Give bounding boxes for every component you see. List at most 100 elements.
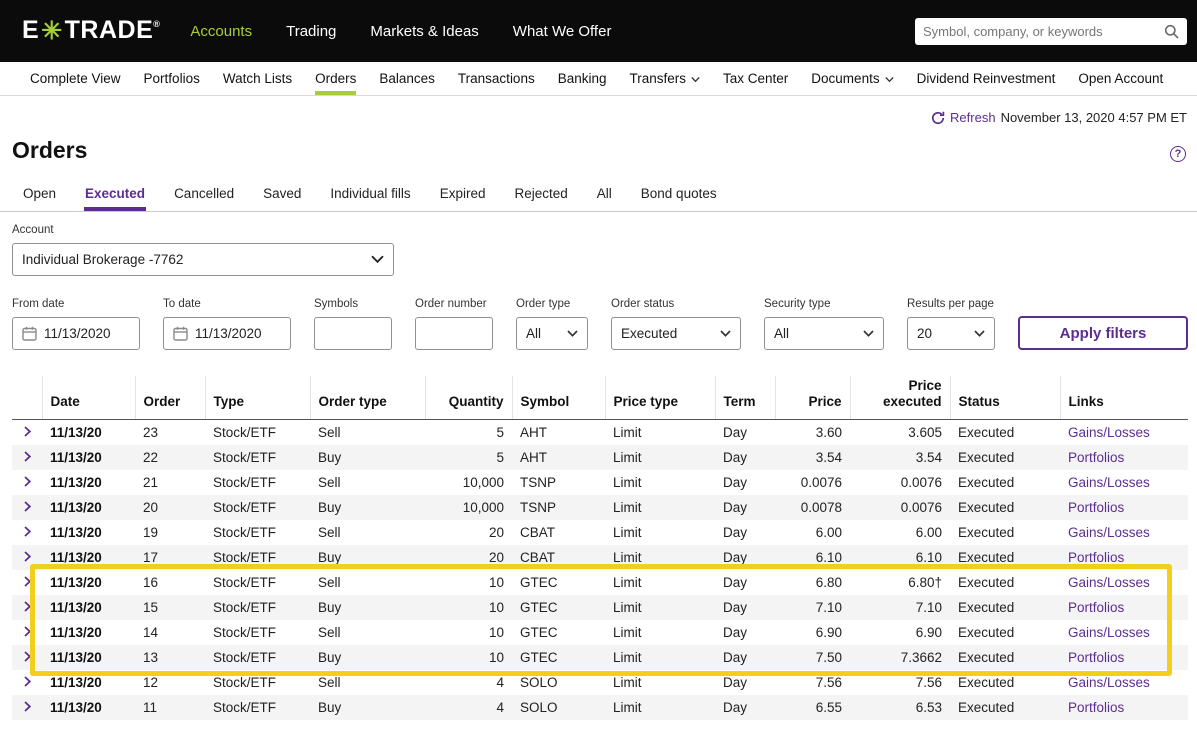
subnav-item-complete-view[interactable]: Complete View <box>30 62 121 95</box>
topnav-item-what-we-offer[interactable]: What We Offer <box>513 23 612 40</box>
link-portfolios[interactable]: Portfolios <box>1068 500 1124 515</box>
subnav-item-transactions[interactable]: Transactions <box>458 62 535 95</box>
filter-security-type: Security type All <box>764 298 884 350</box>
tab-expired[interactable]: Expired <box>439 181 487 211</box>
tab-rejected[interactable]: Rejected <box>513 181 568 211</box>
security-type-select[interactable]: All <box>764 317 884 350</box>
order-status-select[interactable]: Executed <box>611 317 741 350</box>
link-gains-losses[interactable]: Gains/Losses <box>1068 575 1150 590</box>
order-row-16: 11/13/20 16 Stock/ETF Sell 10 GTEC Limit Day 6.8… <box>12 570 1188 595</box>
subnav-item-watch-lists[interactable]: Watch Lists <box>223 62 292 95</box>
tab-all[interactable]: All <box>596 181 613 211</box>
results-per-page-select[interactable]: 20 <box>907 317 995 350</box>
search-box <box>915 17 1187 45</box>
order-row-22: 11/13/20 22 Stock/ETF Buy 5 AHT Limit Day 3.54 3.… <box>12 445 1188 470</box>
chevron-right-icon[interactable] <box>24 576 31 587</box>
chevron-right-icon[interactable] <box>24 551 31 562</box>
cell-term: Day <box>723 700 748 715</box>
column-header-status: Status <box>949 376 1060 420</box>
cell-order_type: Buy <box>318 700 342 715</box>
cell-order: 13 <box>143 650 159 665</box>
subnav-item-orders[interactable]: Orders <box>315 62 357 95</box>
to-date-input[interactable]: 11/13/2020 <box>163 317 291 350</box>
link-gains-losses[interactable]: Gains/Losses <box>1068 475 1150 490</box>
tab-cancelled[interactable]: Cancelled <box>173 181 235 211</box>
orders-table-header-row: Date Order Type Order type Quantity Symbol Pri… <box>12 376 1188 420</box>
filter-label: Symbols <box>314 298 359 310</box>
chevron-right-icon[interactable] <box>24 626 31 637</box>
cell-type: Stock/ETF <box>213 650 277 665</box>
account-select[interactable]: Individual Brokerage -7762 <box>12 243 394 276</box>
cell-quantity: 10,000 <box>462 475 504 490</box>
tab-saved[interactable]: Saved <box>262 181 302 211</box>
cell-order: 21 <box>143 475 159 490</box>
refresh-button[interactable]: Refresh <box>931 110 996 125</box>
chevron-right-icon[interactable] <box>24 526 31 537</box>
chevron-right-icon[interactable] <box>24 476 31 487</box>
cell-price_type: Limit <box>613 675 642 690</box>
link-portfolios[interactable]: Portfolios <box>1068 700 1124 715</box>
order-row-11: 11/13/20 11 Stock/ETF Buy 4 SOLO Limit Day 6.55 6… <box>12 695 1188 720</box>
order-number-input[interactable] <box>415 317 493 350</box>
link-portfolios[interactable]: Portfolios <box>1068 600 1124 615</box>
from-date-input[interactable]: 11/13/2020 <box>12 317 140 350</box>
cell-quantity: 10 <box>488 625 504 640</box>
subnav-item-open-account[interactable]: Open Account <box>1078 62 1163 95</box>
chevron-right-icon[interactable] <box>24 601 31 612</box>
subnav-item-banking[interactable]: Banking <box>558 62 607 95</box>
cell-price_executed: 6.90 <box>915 625 942 640</box>
topnav-item-markets-ideas[interactable]: Markets & Ideas <box>370 23 478 40</box>
subnav-item-documents[interactable]: Documents <box>811 62 894 95</box>
apply-filters-button[interactable]: Apply filters <box>1018 316 1188 350</box>
order-type-select[interactable]: All <box>516 317 588 350</box>
tab-bond-quotes[interactable]: Bond quotes <box>640 181 718 211</box>
chevron-right-icon[interactable] <box>24 651 31 662</box>
cell-term: Day <box>723 450 748 465</box>
link-portfolios[interactable]: Portfolios <box>1068 650 1124 665</box>
etrade-logo[interactable]: E ✳ TRADE ® <box>22 16 160 46</box>
filter-results-per-page: Results per page 20 <box>907 298 995 350</box>
etrade-orders-page: E ✳ TRADE ® Accounts Trading Markets & Ide… <box>0 0 1197 751</box>
filter-label: Security type <box>764 298 831 310</box>
subnav-item-portfolios[interactable]: Portfolios <box>144 62 200 95</box>
link-gains-losses[interactable]: Gains/Losses <box>1068 425 1150 440</box>
cell-status: Executed <box>958 650 1015 665</box>
cell-type: Stock/ETF <box>213 450 277 465</box>
link-gains-losses[interactable]: Gains/Losses <box>1068 625 1150 640</box>
link-portfolios[interactable]: Portfolios <box>1068 450 1124 465</box>
cell-expand <box>12 695 42 720</box>
cell-date: 11/13/20 <box>50 700 102 715</box>
chevron-right-icon[interactable] <box>24 501 31 512</box>
orders-table: Date Order Type Order type Quantity Symbol Pri… <box>12 376 1188 720</box>
cell-order: 15 <box>143 600 159 615</box>
filter-label: From date <box>12 298 65 310</box>
subnav-item-dividend-reinvestment[interactable]: Dividend Reinvestment <box>917 62 1056 95</box>
topnav-item-accounts[interactable]: Accounts <box>190 23 252 40</box>
cell-status: Executed <box>958 475 1015 490</box>
orders-tabs: Open Executed Cancelled Saved Individual fil… <box>0 181 1197 212</box>
cell-price: 6.10 <box>815 550 842 565</box>
cell-quantity: 4 <box>496 700 504 715</box>
tab-individual-fills[interactable]: Individual fills <box>329 181 411 211</box>
column-header-price: Price <box>774 376 850 420</box>
symbols-input[interactable] <box>314 317 392 350</box>
tab-open[interactable]: Open <box>22 181 57 211</box>
link-gains-losses[interactable]: Gains/Losses <box>1068 675 1150 690</box>
chevron-right-icon[interactable] <box>24 451 31 462</box>
chevron-right-icon[interactable] <box>24 426 31 437</box>
column-header-symbol: Symbol <box>511 376 605 420</box>
link-portfolios[interactable]: Portfolios <box>1068 550 1124 565</box>
search-icon[interactable] <box>1164 24 1179 39</box>
search-input[interactable] <box>923 23 1164 39</box>
subnav-item-balances[interactable]: Balances <box>379 62 435 95</box>
subnav-item-transfers[interactable]: Transfers <box>630 62 701 95</box>
help-icon[interactable]: ? <box>1170 146 1186 162</box>
order-row-12: 11/13/20 12 Stock/ETF Sell 4 SOLO Limit Day 7.56… <box>12 670 1188 695</box>
tab-executed[interactable]: Executed <box>84 181 146 211</box>
link-gains-losses[interactable]: Gains/Losses <box>1068 525 1150 540</box>
chevron-right-icon[interactable] <box>24 701 31 712</box>
chevron-right-icon[interactable] <box>24 676 31 687</box>
topnav-item-trading[interactable]: Trading <box>286 23 336 40</box>
filter-order-number: Order number <box>415 298 493 350</box>
subnav-item-tax-center[interactable]: Tax Center <box>723 62 788 95</box>
